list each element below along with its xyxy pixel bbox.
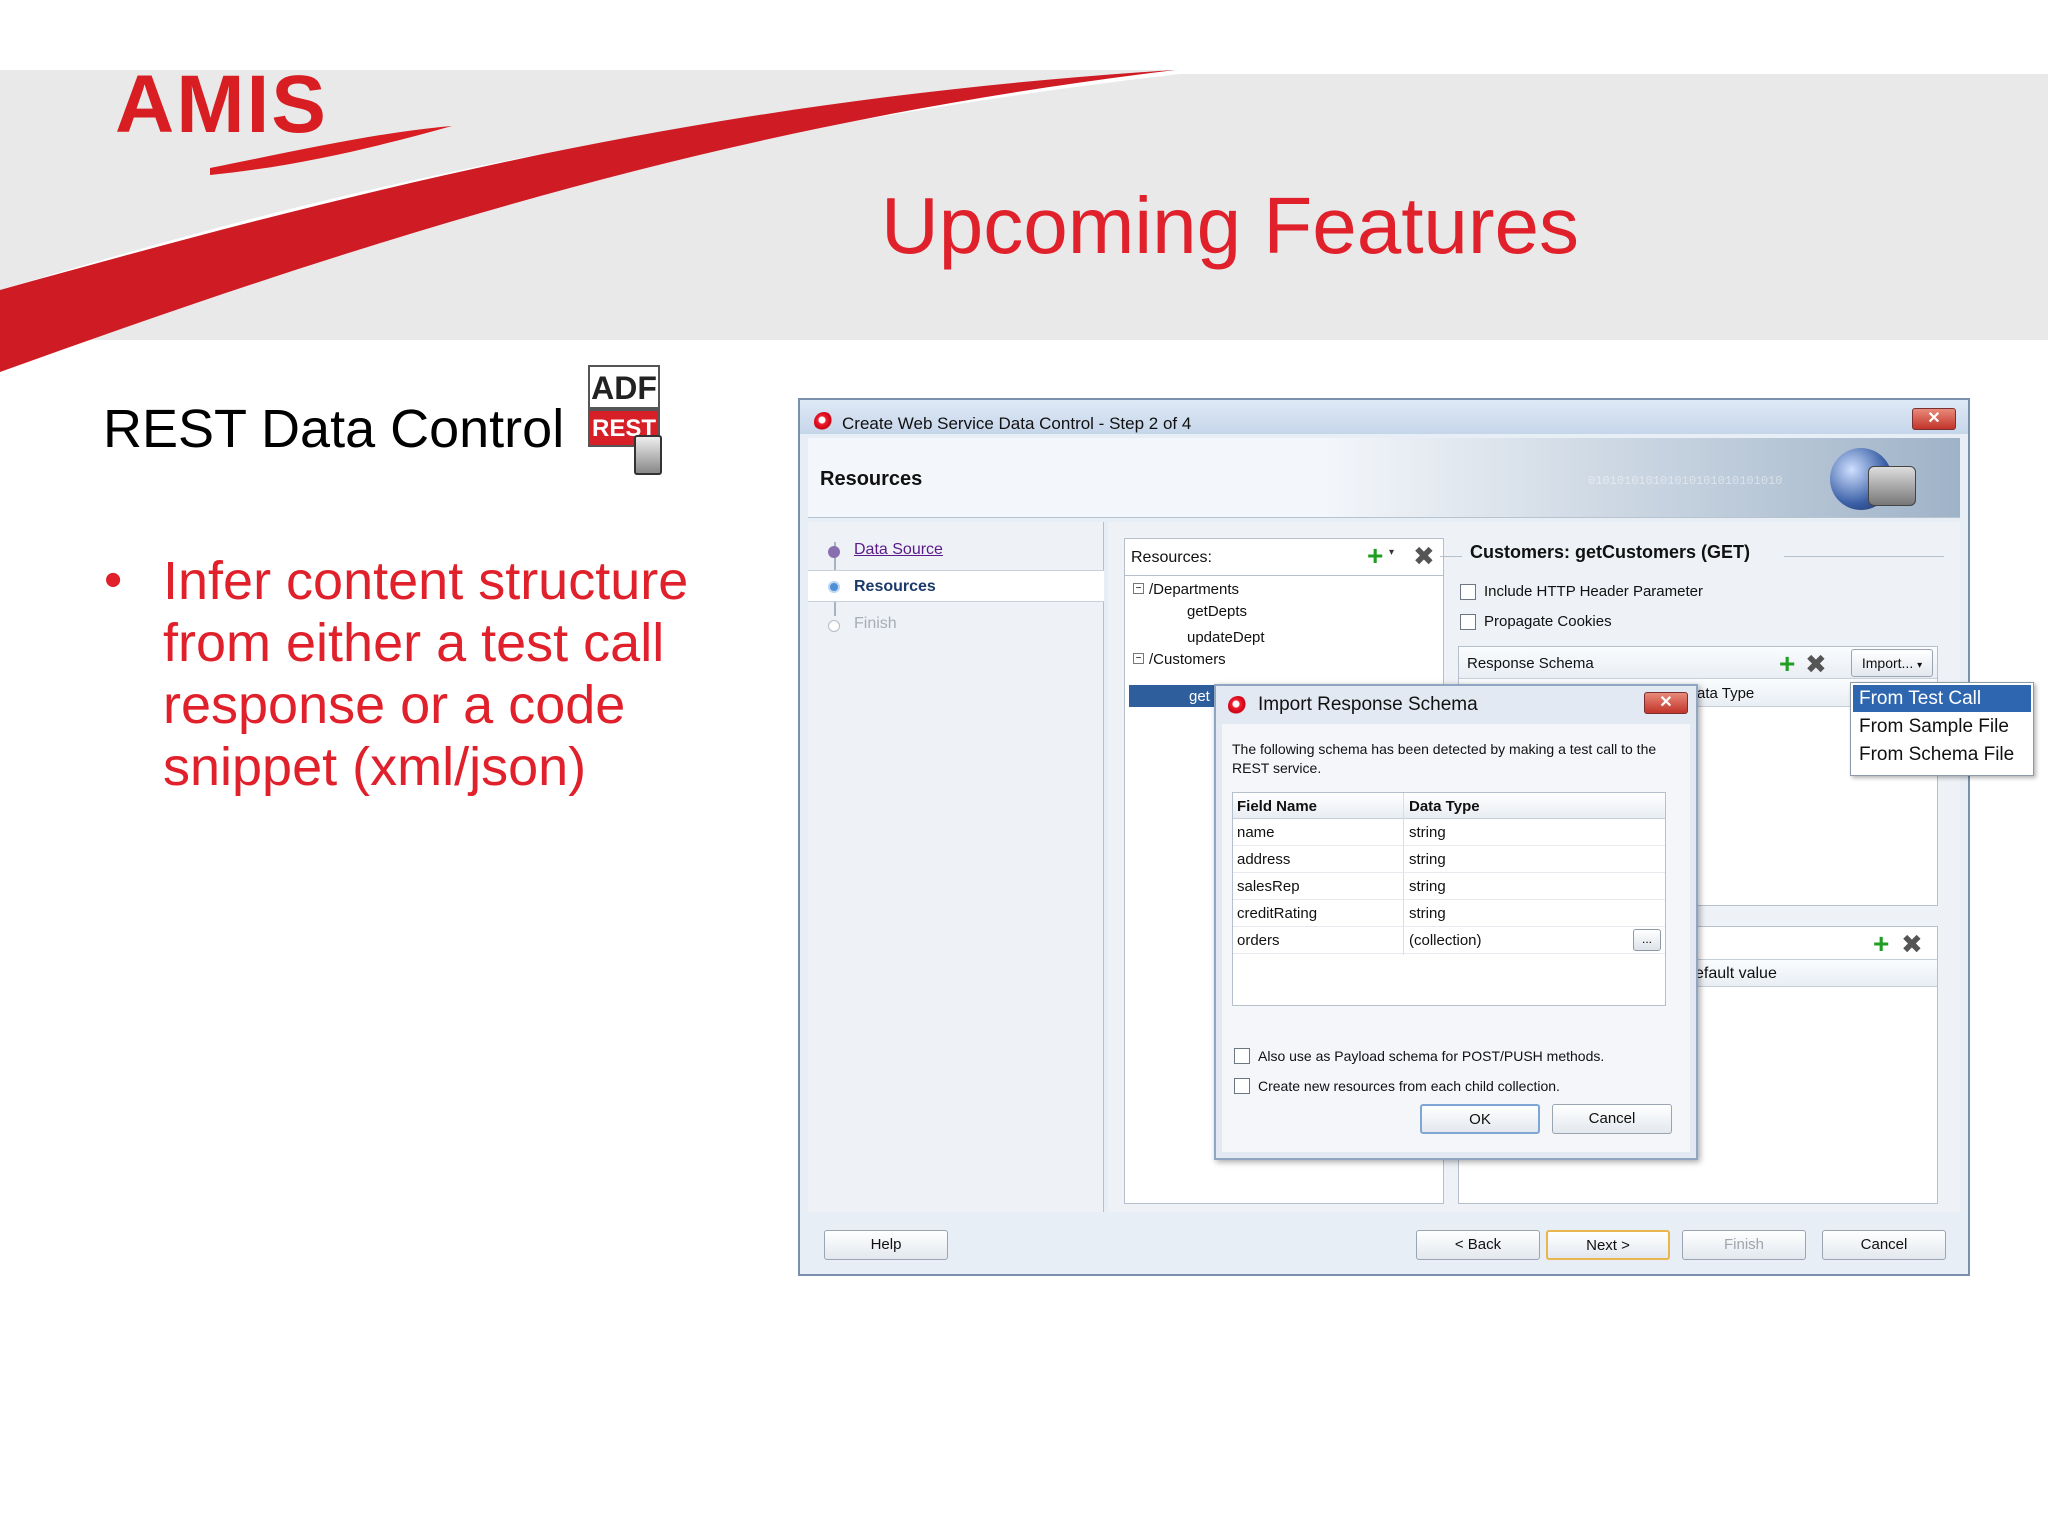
menu-item-from-schema-file[interactable]: From Schema File (1853, 741, 2031, 768)
window-titlebar: Create Web Service Data Control - Step 2… (800, 400, 1968, 434)
add-field-icon[interactable]: + (1779, 650, 1795, 678)
default-value-column: efault value (1695, 965, 1777, 982)
chevron-down-icon[interactable]: ▾ (1389, 547, 1394, 558)
window-close-button[interactable]: ✕ (1912, 408, 1956, 430)
data-type-column: ata Type (1697, 685, 1755, 702)
modal-body: The following schema has been detected b… (1222, 724, 1690, 1152)
edit-collection-button[interactable]: ... (1633, 929, 1661, 951)
field-name-cell: salesRep (1237, 878, 1300, 895)
step-header: Resources 010101010101010101010101010 (808, 438, 1960, 518)
delete-parameter-icon[interactable]: ✖ (1901, 931, 1923, 957)
adf-rest-icon: ADF REST (586, 363, 676, 481)
add-parameter-icon[interactable]: + (1873, 930, 1889, 958)
divider (1440, 556, 1462, 557)
step-label: Resources (854, 578, 936, 595)
table-row[interactable]: name string (1233, 819, 1665, 846)
import-label: Import... (1861, 655, 1914, 671)
child-collection-label: Create new resources from each child col… (1258, 1078, 1560, 1094)
divider (1784, 556, 1944, 557)
add-resource-icon[interactable]: + (1367, 542, 1383, 570)
step-data-source[interactable]: Data Source (808, 534, 1104, 566)
import-response-schema-dialog: Import Response Schema ✕ The following s… (1214, 684, 1698, 1160)
table-row[interactable]: orders (collection) ... (1233, 927, 1665, 954)
field-name-cell: name (1237, 824, 1275, 841)
finish-button[interactable]: Finish (1682, 1230, 1806, 1260)
oracle-icon (814, 412, 834, 432)
table-row[interactable]: creditRating string (1233, 900, 1665, 927)
collapse-icon[interactable]: − (1133, 583, 1144, 594)
payload-schema-checkbox[interactable] (1234, 1048, 1250, 1064)
ok-button[interactable]: OK (1420, 1104, 1540, 1134)
data-type-cell: string (1409, 824, 1446, 841)
field-name-cell: orders (1237, 932, 1280, 949)
slide-title: Upcoming Features (880, 181, 1580, 270)
oracle-icon (1228, 696, 1248, 716)
step-dot-icon (828, 620, 840, 632)
step-resources[interactable]: Resources (808, 570, 1104, 602)
import-menu: From Test Call From Sample File From Sch… (1850, 682, 2034, 776)
propagate-cookies-label: Propagate Cookies (1484, 613, 1612, 630)
back-button[interactable]: < Back (1416, 1230, 1540, 1260)
slide-subtitle: REST Data Control (103, 399, 565, 459)
help-button[interactable]: Help (824, 1230, 948, 1260)
grid-header: Field Name Data Type (1233, 793, 1665, 819)
child-collection-checkbox[interactable] (1234, 1078, 1250, 1094)
data-type-cell: string (1409, 905, 1446, 922)
modal-cancel-button[interactable]: Cancel (1552, 1104, 1672, 1134)
plug-icon (634, 435, 662, 475)
step-dot-icon (828, 546, 840, 558)
propagate-cookies-checkbox[interactable] (1460, 614, 1476, 630)
menu-item-from-sample-file[interactable]: From Sample File (1853, 713, 2031, 740)
tree-getcustomers: get (1189, 688, 1210, 705)
tree-customers[interactable]: /Customers (1149, 651, 1226, 668)
table-row[interactable]: address string (1233, 846, 1665, 873)
cancel-button[interactable]: Cancel (1822, 1230, 1946, 1260)
field-name-cell: creditRating (1237, 905, 1318, 922)
amis-logo: AMIS (115, 59, 328, 150)
data-type-cell: string (1409, 878, 1446, 895)
data-type-cell: (collection) (1409, 932, 1482, 949)
menu-item-from-test-call[interactable]: From Test Call (1853, 685, 2031, 712)
bullet-text: Infer content structure from either a te… (163, 551, 689, 797)
step-dot-icon (828, 581, 840, 593)
include-header-checkbox[interactable] (1460, 584, 1476, 600)
delete-field-icon[interactable]: ✖ (1805, 651, 1827, 677)
chevron-down-icon: ▾ (1917, 660, 1923, 671)
divider (1125, 575, 1443, 576)
step-header-title: Resources (820, 468, 923, 490)
resource-detail-title: Customers: getCustomers (GET) (1470, 542, 1751, 562)
schema-grid: Field Name Data Type name string address… (1232, 792, 1666, 1006)
step-finish[interactable]: Finish (808, 608, 1104, 640)
step-label: Finish (854, 615, 897, 632)
delete-resource-icon[interactable]: ✖ (1413, 543, 1435, 569)
window-title: Create Web Service Data Control - Step 2… (842, 414, 1192, 433)
header-binary-decoration: 010101010101010101010101010 (1588, 474, 1783, 488)
tree-getdepts[interactable]: getDepts (1187, 603, 1247, 620)
modal-description: The following schema has been detected b… (1232, 741, 1657, 776)
adf-label: ADF (588, 365, 660, 409)
bullet-icon: • (104, 551, 123, 609)
include-header-label: Include HTTP Header Parameter (1484, 583, 1703, 600)
modal-close-button[interactable]: ✕ (1644, 692, 1688, 714)
wizard-steps: Data Source Resources Finish (808, 522, 1104, 1212)
step-label: Data Source (854, 541, 943, 558)
resources-label: Resources: (1131, 549, 1212, 566)
import-dropdown-button[interactable]: Import... ▾ (1851, 649, 1933, 677)
response-schema-header: Response Schema + ✖ Import... ▾ (1459, 647, 1937, 679)
modal-title: Import Response Schema (1258, 694, 1478, 715)
collapse-icon[interactable]: − (1133, 653, 1144, 664)
next-button[interactable]: Next > (1546, 1230, 1670, 1260)
table-row[interactable]: salesRep string (1233, 873, 1665, 900)
payload-schema-label: Also use as Payload schema for POST/PUSH… (1258, 1048, 1605, 1064)
tree-updatedept[interactable]: updateDept (1187, 629, 1265, 646)
response-schema-label: Response Schema (1467, 655, 1594, 672)
data-type-column: Data Type (1409, 798, 1480, 815)
connector-icon (1868, 466, 1916, 506)
field-name-cell: address (1237, 851, 1291, 868)
field-name-column: Field Name (1237, 798, 1318, 815)
tree-departments[interactable]: /Departments (1149, 581, 1239, 598)
data-type-cell: string (1409, 851, 1446, 868)
